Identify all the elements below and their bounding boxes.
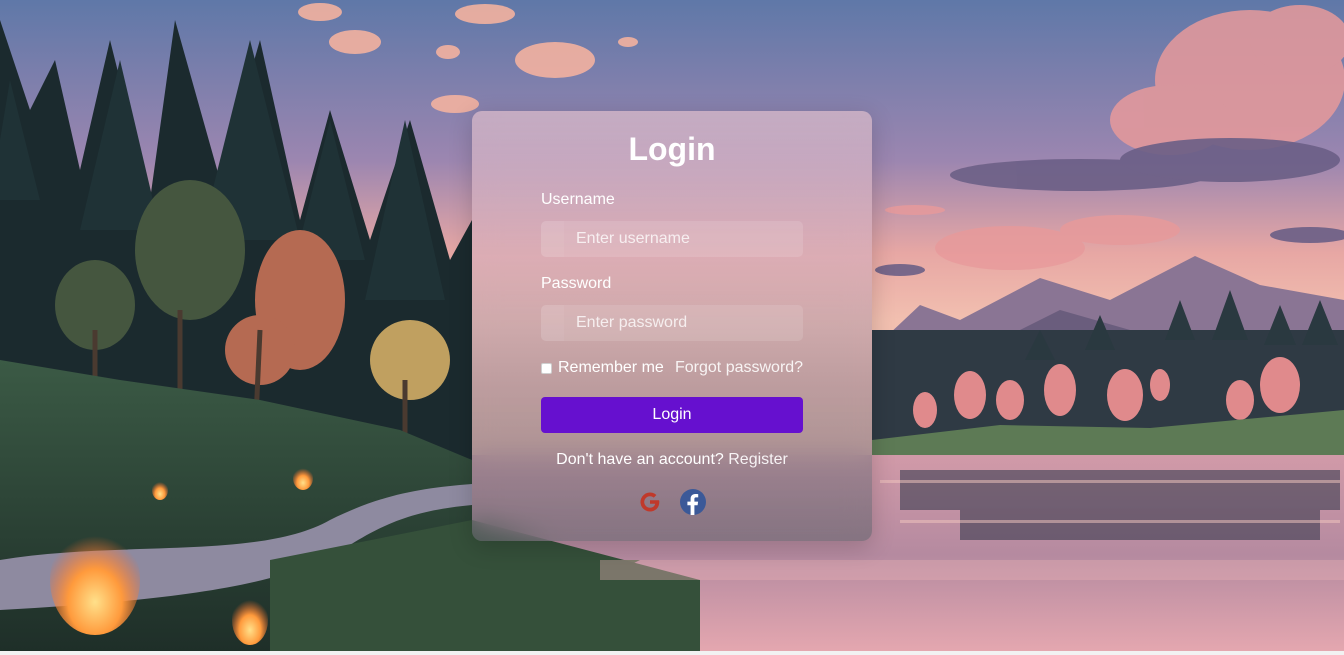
facebook-icon[interactable]: [679, 488, 707, 516]
google-icon[interactable]: [636, 488, 664, 516]
password-input[interactable]: [564, 305, 803, 341]
page-bottom-edge: [0, 651, 1344, 655]
login-page: Login Username Password Remember me Forg…: [0, 0, 1344, 655]
register-prompt: Don't have an account? Register: [472, 451, 872, 469]
remember-me-label[interactable]: Remember me: [558, 359, 664, 377]
username-input[interactable]: [564, 221, 803, 257]
username-label: Username: [541, 191, 615, 208]
password-label: Password: [541, 275, 612, 292]
social-login: [472, 488, 872, 518]
register-link[interactable]: Register: [728, 451, 788, 468]
login-button[interactable]: Login: [541, 397, 803, 433]
user-icon: [541, 221, 564, 257]
login-title: Login: [628, 131, 716, 167]
remember-me: Remember me: [541, 359, 664, 377]
register-prompt-text: Don't have an account?: [556, 451, 724, 468]
login-card: Login Username Password Remember me Forg…: [472, 111, 872, 541]
username-field: [541, 221, 803, 257]
lock-icon: [541, 305, 564, 341]
password-field: [541, 305, 803, 341]
remember-me-checkbox[interactable]: [541, 362, 552, 374]
forgot-password-link[interactable]: Forgot password?: [675, 359, 803, 377]
